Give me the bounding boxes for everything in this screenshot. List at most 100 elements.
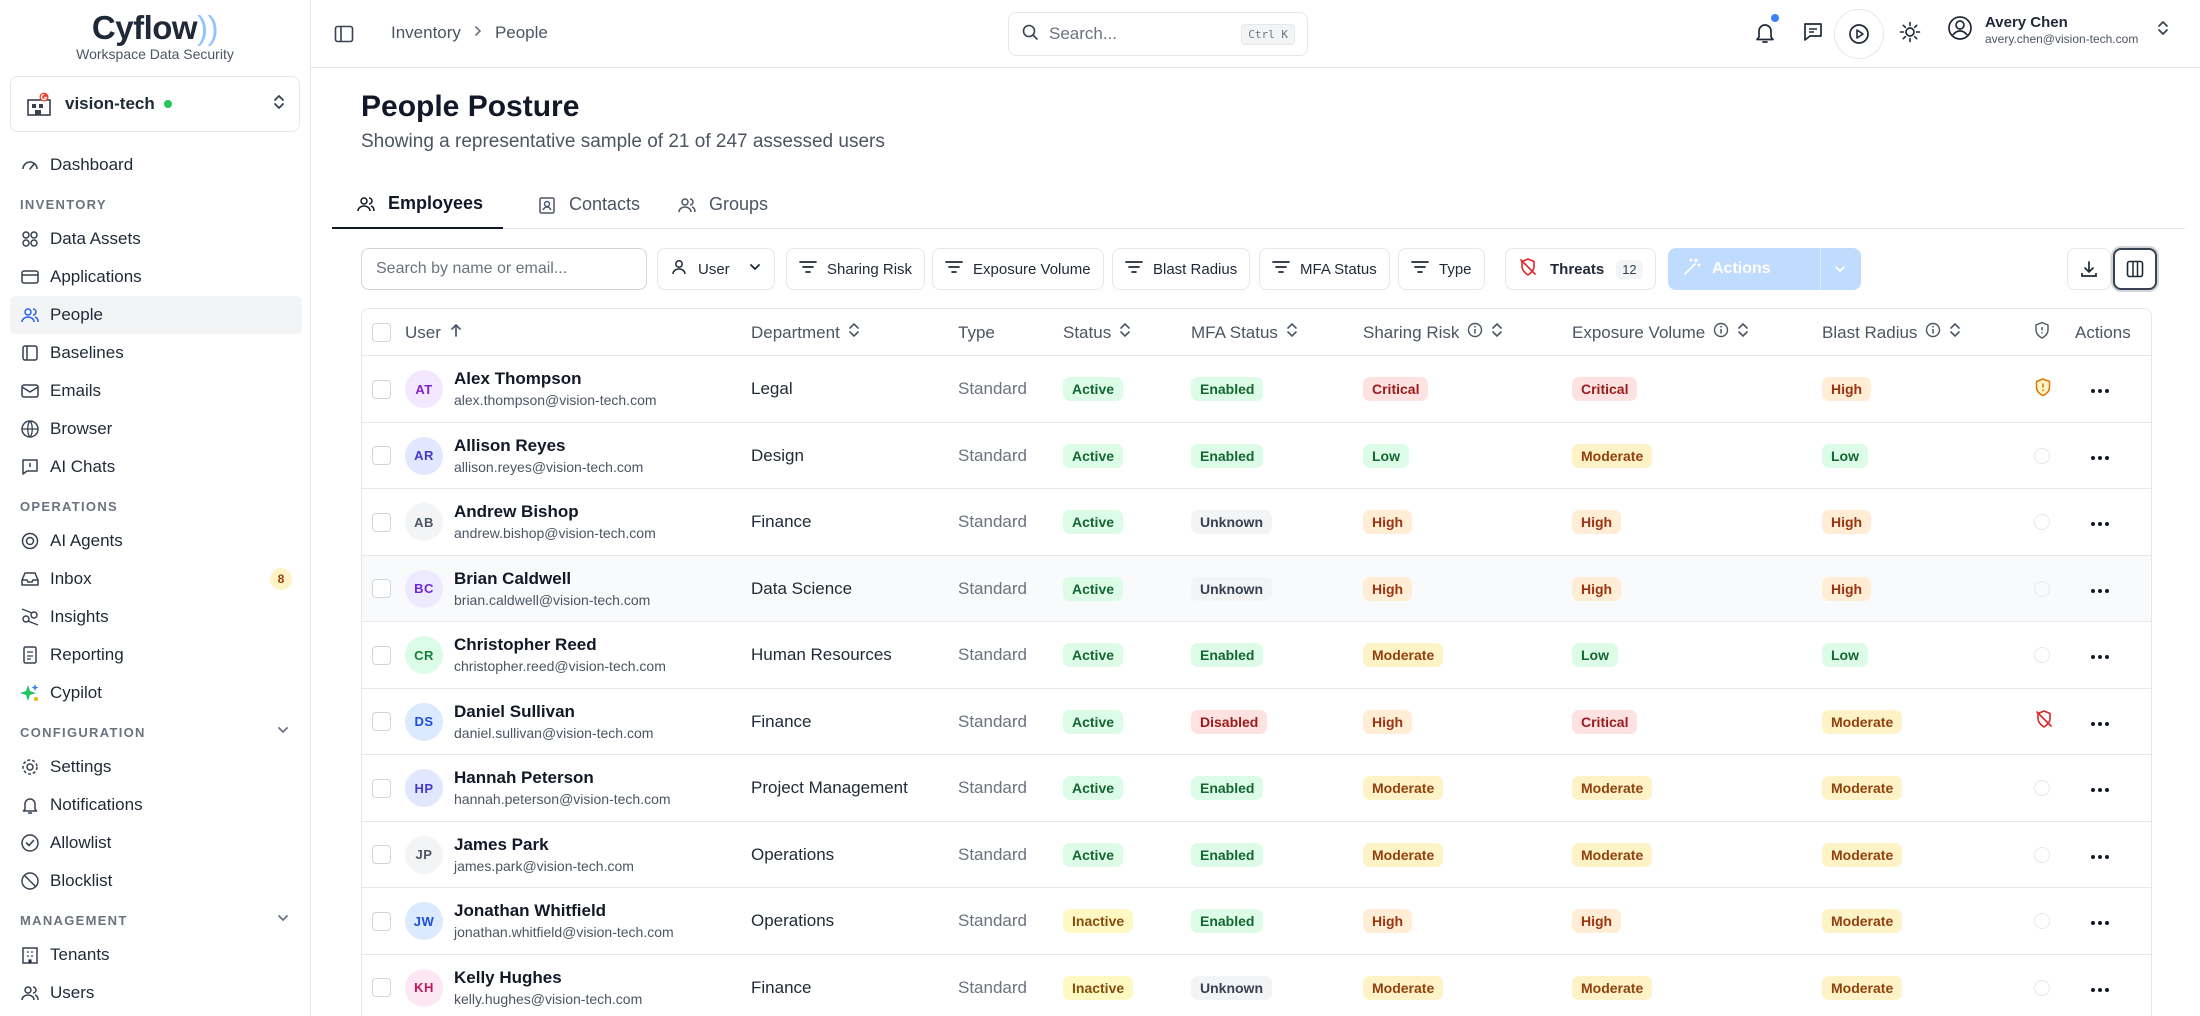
sidebar-item-inbox[interactable]: Inbox 8: [10, 560, 302, 598]
column-status[interactable]: Status: [1063, 309, 1131, 356]
table-row[interactable]: AT Alex Thompson alex.thompson@vision-tech…: [362, 356, 2151, 423]
user-cell[interactable]: BC Brian Caldwell brian.caldwell@vision-te…: [405, 556, 650, 622]
row-checkbox[interactable]: [372, 556, 391, 622]
row-checkbox[interactable]: [372, 955, 391, 1016]
sidebar-item-settings[interactable]: Settings: [10, 748, 302, 786]
column-user[interactable]: User: [405, 309, 463, 356]
column-settings-button[interactable]: [2113, 248, 2157, 290]
tab-contacts[interactable]: Contacts: [537, 180, 640, 229]
user-name[interactable]: Andrew Bishop: [454, 501, 656, 523]
table-row[interactable]: BC Brian Caldwell brian.caldwell@vision-te…: [362, 555, 2151, 622]
user-cell[interactable]: JW Jonathan Whitfield jonathan.whitfield@v…: [405, 888, 674, 954]
play-button[interactable]: [1834, 9, 1884, 59]
filter-mfa-status[interactable]: MFA Status: [1259, 248, 1390, 290]
sidebar-item-applications[interactable]: Applications: [10, 258, 302, 296]
user-name[interactable]: Hannah Peterson: [454, 767, 671, 789]
filter-exposure-volume[interactable]: Exposure Volume: [932, 248, 1104, 290]
table-row[interactable]: DS Daniel Sullivan daniel.sullivan@vision-…: [362, 689, 2151, 755]
table-row[interactable]: JP James Park james.park@vision-tech.com Op…: [362, 822, 2151, 888]
global-search[interactable]: Search... Ctrl K: [1008, 12, 1308, 56]
management-heading[interactable]: MANAGEMENT: [10, 900, 302, 936]
download-button[interactable]: [2067, 248, 2111, 290]
sidebar-toggle-icon[interactable]: [333, 23, 355, 50]
user-cell[interactable]: AB Andrew Bishop andrew.bishop@vision-tech…: [405, 489, 656, 555]
row-actions-button[interactable]: [2090, 356, 2110, 422]
sidebar-item-ai-agents[interactable]: AI Agents: [10, 522, 302, 560]
row-checkbox[interactable]: [372, 755, 391, 821]
table-row[interactable]: AR Allison Reyes allison.reyes@vision-tech…: [362, 423, 2151, 489]
column-department[interactable]: Department: [751, 309, 860, 356]
tab-groups[interactable]: Groups: [677, 180, 768, 229]
row-actions-button[interactable]: [2090, 556, 2110, 622]
filter-type[interactable]: Type: [1398, 248, 1485, 290]
bell-icon[interactable]: [1754, 21, 1776, 50]
user-name[interactable]: Jonathan Whitfield: [454, 900, 674, 922]
filter-blast-radius[interactable]: Blast Radius: [1112, 248, 1251, 290]
sidebar-item-ai-chats[interactable]: AI Chats: [10, 448, 302, 486]
info-icon[interactable]: [1925, 322, 1941, 343]
table-row[interactable]: JW Jonathan Whitfield jonathan.whitfield@v…: [362, 888, 2151, 955]
configuration-heading[interactable]: CONFIGURATION: [10, 712, 302, 748]
sidebar-item-blocklist[interactable]: Blocklist: [10, 862, 302, 900]
user-cell[interactable]: CR Christopher Reed christopher.reed@visio…: [405, 622, 666, 688]
sidebar-item-people[interactable]: People: [10, 296, 302, 334]
sidebar-item-notifications[interactable]: Notifications: [10, 786, 302, 824]
row-checkbox[interactable]: [372, 489, 391, 555]
column-mfa-status[interactable]: MFA Status: [1191, 309, 1298, 356]
brand[interactable]: Cyflow)) Workspace Data Security: [0, 0, 310, 70]
user-cell[interactable]: HP Hannah Peterson hannah.peterson@vision-…: [405, 755, 671, 821]
user-menu[interactable]: Avery Chen avery.chen@vision-tech.com: [1947, 14, 2170, 47]
row-checkbox[interactable]: [372, 622, 391, 688]
user-cell[interactable]: AT Alex Thompson alex.thompson@vision-tech…: [405, 356, 657, 422]
row-checkbox[interactable]: [372, 423, 391, 489]
row-actions-button[interactable]: [2090, 755, 2110, 821]
tab-employees[interactable]: Employees: [332, 180, 504, 229]
actions-button[interactable]: Actions: [1668, 248, 1861, 290]
user-name[interactable]: Brian Caldwell: [454, 568, 650, 590]
sidebar-item-emails[interactable]: Emails: [10, 372, 302, 410]
user-name[interactable]: Alex Thompson: [454, 368, 657, 390]
user-name[interactable]: James Park: [454, 834, 634, 856]
column-sharing-risk[interactable]: Sharing Risk: [1363, 309, 1503, 356]
messages-icon[interactable]: [1802, 21, 1824, 48]
row-checkbox[interactable]: [372, 822, 391, 888]
row-checkbox[interactable]: [372, 356, 391, 422]
sidebar-item-users[interactable]: Users: [10, 974, 302, 1012]
row-checkbox[interactable]: [372, 689, 391, 755]
sidebar-item-dashboard[interactable]: Dashboard: [10, 146, 302, 184]
sidebar-item-cypilot[interactable]: Cypilot: [10, 674, 302, 712]
row-actions-button[interactable]: [2090, 489, 2110, 555]
column-exposure-volume[interactable]: Exposure Volume: [1572, 309, 1749, 356]
theme-toggle-sun-icon[interactable]: [1899, 21, 1921, 48]
filter-sharing-risk[interactable]: Sharing Risk: [786, 248, 926, 290]
sidebar-item-data-assets[interactable]: Data Assets: [10, 220, 302, 258]
sidebar-item-allowlist[interactable]: Allowlist: [10, 824, 302, 862]
shield-warning-icon[interactable]: [2034, 377, 2052, 402]
user-filter-select[interactable]: User: [657, 248, 775, 290]
table-row[interactable]: KH Kelly Hughes kelly.hughes@vision-tech.c…: [362, 955, 2151, 1016]
breadcrumb-inventory[interactable]: Inventory: [391, 23, 461, 43]
user-cell[interactable]: AR Allison Reyes allison.reyes@vision-tech…: [405, 423, 643, 489]
tenant-switcher[interactable]: vision-tech: [10, 76, 300, 132]
info-icon[interactable]: [1467, 322, 1483, 343]
user-cell[interactable]: KH Kelly Hughes kelly.hughes@vision-tech.c…: [405, 955, 642, 1016]
column-blast-radius[interactable]: Blast Radius: [1822, 309, 1961, 356]
sidebar-item-browser[interactable]: Browser: [10, 410, 302, 448]
row-actions-button[interactable]: [2090, 689, 2110, 755]
row-actions-button[interactable]: [2090, 955, 2110, 1016]
sidebar-item-reporting[interactable]: Reporting: [10, 636, 302, 674]
row-actions-button[interactable]: [2090, 622, 2110, 688]
user-name[interactable]: Kelly Hughes: [454, 967, 642, 989]
user-name[interactable]: Allison Reyes: [454, 435, 643, 457]
user-name[interactable]: Christopher Reed: [454, 634, 666, 656]
row-actions-button[interactable]: [2090, 423, 2110, 489]
user-cell[interactable]: JP James Park james.park@vision-tech.com: [405, 822, 634, 888]
shield-off-icon[interactable]: [2034, 709, 2054, 734]
row-actions-button[interactable]: [2090, 822, 2110, 888]
sidebar-item-baselines[interactable]: Baselines: [10, 334, 302, 372]
table-row[interactable]: HP Hannah Peterson hannah.peterson@vision-…: [362, 755, 2151, 822]
row-checkbox[interactable]: [372, 888, 391, 954]
select-all-checkbox[interactable]: [372, 309, 391, 356]
info-icon[interactable]: [1713, 322, 1729, 343]
people-search-input[interactable]: Search by name or email...: [361, 248, 647, 290]
